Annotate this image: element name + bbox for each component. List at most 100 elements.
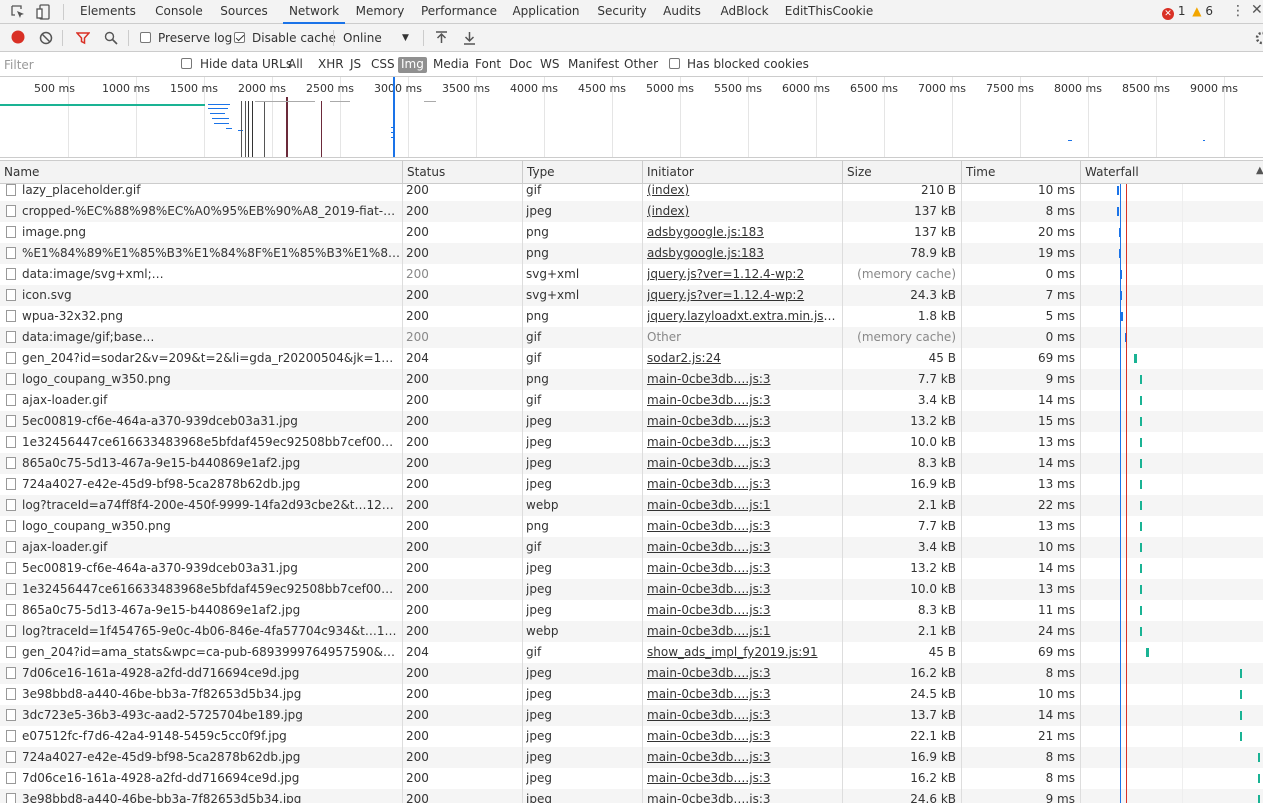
table-row[interactable]: data:image/gif;base… 200 gif Other (memory c… [0, 327, 1263, 348]
chevron-down-icon[interactable]: ▼ [402, 33, 409, 43]
tab-adblock[interactable]: AdBlock [717, 0, 772, 24]
table-row[interactable]: data:image/svg+xml;… 200 svg+xml jquery.js?… [0, 264, 1263, 285]
filter-type-media[interactable]: Media [430, 57, 472, 73]
table-row[interactable]: 5ec00819-cf6e-464a-a370-939dceb03a31.jpg… [0, 558, 1263, 579]
initiator-link[interactable]: main-0cbe3db….js:3 [647, 474, 837, 495]
inspect-element-icon[interactable] [10, 4, 26, 20]
table-row[interactable]: cropped-%EC%88%98%EC%A0%95%EB%90%A8_2019… [0, 201, 1263, 222]
hide-data-urls-checkbox[interactable] [181, 58, 192, 69]
table-row[interactable]: ajax-loader.gif 200 gif main-0cbe3db….js:3 3… [0, 537, 1263, 558]
tab-application[interactable]: Application [510, 0, 582, 24]
filter-type-img[interactable]: Img [398, 57, 427, 73]
preserve-log-checkbox[interactable] [140, 32, 151, 43]
initiator-link[interactable]: adsbygoogle.js:183 [647, 243, 837, 264]
table-row[interactable]: log?traceId=a74ff8f4-200e-450f-9999-14fa… [0, 495, 1263, 516]
issue-counter[interactable]: ✕ 1 ▲ 6 [1162, 4, 1213, 20]
initiator-link[interactable]: (index) [647, 201, 837, 222]
table-row[interactable]: 865a0c75-5d13-467a-9e15-b440869e1af2.jpg… [0, 453, 1263, 474]
table-row[interactable]: logo_coupang_w350.png 200 png main-0cbe3db…… [0, 369, 1263, 390]
initiator-link[interactable]: main-0cbe3db….js:3 [647, 558, 837, 579]
table-row[interactable]: wpua-32x32.png 200 png jquery.lazyloadxt.ex… [0, 306, 1263, 327]
device-toolbar-icon[interactable] [36, 4, 52, 20]
filter-type-manifest[interactable]: Manifest [565, 57, 622, 73]
filter-type-ws[interactable]: WS [537, 57, 562, 73]
initiator-link[interactable]: main-0cbe3db….js:1 [647, 495, 837, 516]
initiator-link[interactable]: (index) [647, 184, 837, 201]
sort-icon[interactable]: ▲ [1256, 165, 1263, 176]
initiator-link[interactable]: adsbygoogle.js:183 [647, 222, 837, 243]
has-blocked-cookies-checkbox[interactable] [669, 58, 680, 69]
table-row[interactable]: image.png 200 png adsbygoogle.js:183 137 kB 2… [0, 222, 1263, 243]
initiator-link[interactable]: jquery.lazyloadxt.extra.min.js?ver=… [647, 306, 837, 327]
initiator-link[interactable]: show_ads_impl_fy2019.js:91 [647, 642, 837, 663]
table-row[interactable]: log?traceId=1f454765-9e0c-4b06-846e-4fa5… [0, 621, 1263, 642]
table-row[interactable]: 724a4027-e42e-45d9-bf98-5ca2878b62db.jpg… [0, 474, 1263, 495]
disable-cache-checkbox[interactable] [234, 32, 245, 43]
table-row[interactable]: icon.svg 200 svg+xml jquery.js?ver=1.12.4-w… [0, 285, 1263, 306]
column-type[interactable]: Type [522, 161, 642, 184]
tab-editthiscookie[interactable]: EditThisCookie [784, 0, 874, 24]
column-initiator[interactable]: Initiator [642, 161, 842, 184]
initiator-link[interactable]: main-0cbe3db….js:3 [647, 537, 837, 558]
column-name[interactable]: Name [0, 161, 402, 184]
search-icon[interactable] [104, 31, 118, 45]
table-row[interactable]: 724a4027-e42e-45d9-bf98-5ca2878b62db.jpg… [0, 747, 1263, 768]
initiator-link[interactable]: main-0cbe3db….js:3 [647, 684, 837, 705]
table-row[interactable]: 3e98bbd8-a440-46be-bb3a-7f82653d5b34.jpg… [0, 789, 1263, 803]
table-row[interactable]: lazy_placeholder.gif 200 gif (index) 210 B 10… [0, 184, 1263, 201]
column-waterfall[interactable]: Waterfall [1080, 161, 1263, 184]
more-options-icon[interactable]: ⋮ [1231, 3, 1245, 19]
initiator-link[interactable]: jquery.js?ver=1.12.4-wp:2 [647, 285, 837, 306]
initiator-link[interactable]: main-0cbe3db….js:3 [647, 600, 837, 621]
filter-icon[interactable] [76, 31, 90, 45]
table-row[interactable]: 3dc723e5-36b3-493c-aad2-5725704be189.jpg… [0, 705, 1263, 726]
tab-performance[interactable]: Performance [420, 0, 498, 24]
initiator-link[interactable]: main-0cbe3db….js:3 [647, 369, 837, 390]
column-time[interactable]: Time [961, 161, 1080, 184]
filter-type-css[interactable]: CSS [368, 57, 398, 73]
tab-security[interactable]: Security [595, 0, 649, 24]
tab-sources[interactable]: Sources [218, 0, 270, 24]
initiator-link[interactable]: jquery.js?ver=1.12.4-wp:2 [647, 264, 837, 285]
initiator-link[interactable]: main-0cbe3db….js:3 [647, 516, 837, 537]
initiator-link[interactable]: main-0cbe3db….js:3 [647, 390, 837, 411]
table-row[interactable]: 5ec00819-cf6e-464a-a370-939dceb03a31.jpg… [0, 411, 1263, 432]
table-row[interactable]: 7d06ce16-161a-4928-a2fd-dd716694ce9d.jpg… [0, 663, 1263, 684]
filter-input[interactable] [4, 56, 170, 73]
initiator-link[interactable]: main-0cbe3db….js:3 [647, 789, 837, 803]
initiator-link[interactable]: main-0cbe3db….js:3 [647, 705, 837, 726]
filter-type-all[interactable]: All [285, 57, 306, 73]
import-har-icon[interactable] [435, 31, 448, 45]
filter-type-font[interactable]: Font [472, 57, 504, 73]
tab-network[interactable]: Network [283, 0, 345, 24]
table-row[interactable]: e07512fc-f7d6-42a4-9148-5459c5cc0f9f.jpg… [0, 726, 1263, 747]
table-row[interactable]: 3e98bbd8-a440-46be-bb3a-7f82653d5b34.jpg… [0, 684, 1263, 705]
export-har-icon[interactable] [463, 31, 476, 45]
initiator-link[interactable]: Other [647, 327, 837, 348]
close-devtools-icon[interactable]: ✕ [1251, 2, 1263, 18]
filter-type-other[interactable]: Other [621, 57, 661, 73]
table-row[interactable]: 865a0c75-5d13-467a-9e15-b440869e1af2.jpg… [0, 600, 1263, 621]
tab-audits[interactable]: Audits [660, 0, 704, 24]
filter-type-xhr[interactable]: XHR [315, 57, 347, 73]
initiator-link[interactable]: main-0cbe3db….js:3 [647, 747, 837, 768]
table-row[interactable]: 1e32456447ce616633483968e5bfdaf459ec9250… [0, 579, 1263, 600]
timeline-overview[interactable]: 500 ms 1000 ms 1500 ms 2000 ms 2500 ms 3000 m… [0, 77, 1263, 158]
initiator-link[interactable]: sodar2.js:24 [647, 348, 837, 369]
tab-console[interactable]: Console [153, 0, 205, 24]
column-status[interactable]: Status [402, 161, 522, 184]
table-row[interactable]: 1e32456447ce616633483968e5bfdaf459ec9250… [0, 432, 1263, 453]
record-icon[interactable] [11, 30, 25, 44]
initiator-link[interactable]: main-0cbe3db….js:3 [647, 432, 837, 453]
initiator-link[interactable]: main-0cbe3db….js:3 [647, 768, 837, 789]
clear-icon[interactable] [39, 31, 53, 45]
filter-type-js[interactable]: JS [347, 57, 364, 73]
throttling-select[interactable]: Online [343, 31, 382, 45]
initiator-link[interactable]: main-0cbe3db….js:1 [647, 621, 837, 642]
filter-type-doc[interactable]: Doc [506, 57, 535, 73]
table-row[interactable]: %E1%84%89%E1%85%B3%E1%84%8F%E1%85%B3%E1%… [0, 243, 1263, 264]
table-row[interactable]: gen_204?id=sodar2&v=209&t=2&li=gda_r2020… [0, 348, 1263, 369]
initiator-link[interactable]: main-0cbe3db….js:3 [647, 579, 837, 600]
table-row[interactable]: ajax-loader.gif 200 gif main-0cbe3db….js:3 3… [0, 390, 1263, 411]
initiator-link[interactable]: main-0cbe3db….js:3 [647, 453, 837, 474]
